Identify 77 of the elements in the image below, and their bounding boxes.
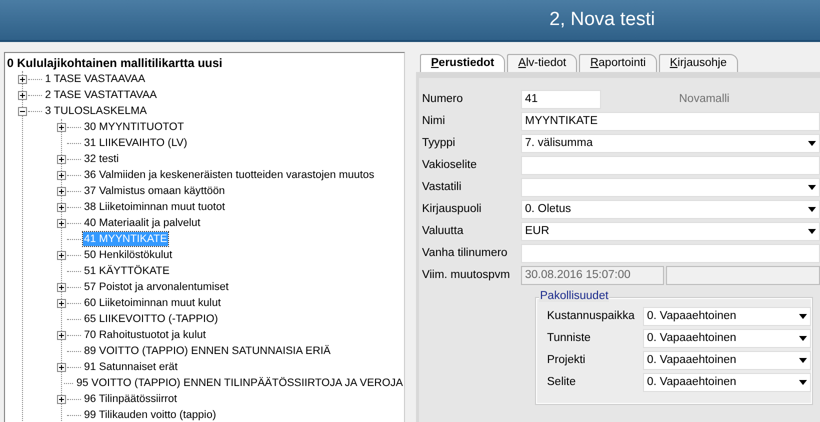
tree-item[interactable]: 96 Tilinpäätössiirrot [83, 392, 178, 406]
tree-item[interactable]: 1 TASE VASTAAVAA [44, 72, 146, 86]
caret-icon [799, 336, 807, 340]
tree-item[interactable]: 50 Henkilöstökulut [83, 248, 174, 262]
tree-item[interactable]: 89 VOITTO (TAPPIO) ENNEN SATUNNAISIA ERIÄ [83, 344, 332, 358]
expand-icon[interactable] [57, 202, 66, 212]
tree-item[interactable]: 65 LIIKEVOITTO (-TAPPIO) [83, 312, 219, 326]
date-field: 30.08.2016 15:07:00 [521, 266, 664, 284]
window-title: 2, Nova testi [549, 9, 655, 31]
tree-root[interactable]: 0 Kululajikohtainen mallitilikartta uusi [5, 55, 222, 71]
caret-icon [808, 184, 816, 190]
expand-icon[interactable] [57, 170, 66, 180]
tree-item[interactable]: 51 KÄYTTÖKATE [83, 264, 171, 278]
tree-item[interactable]: 95 VOITTO (TAPPIO) ENNEN TILINPÄÄTÖSSIIRTOJA JA VEROJA [75, 376, 404, 390]
field-label: Vakioselite [422, 159, 478, 171]
expand-icon[interactable] [57, 154, 66, 164]
field-label: Vastatili [422, 181, 462, 193]
expand-icon[interactable] [57, 330, 66, 340]
expand-icon[interactable] [57, 362, 66, 372]
tree-item[interactable]: 57 Poistot ja arvonalentumiset [83, 280, 230, 294]
dropdown[interactable]: 0. Vapaaehtoinen [643, 372, 811, 392]
tree-item[interactable]: 91 Satunnaiset erät [83, 360, 179, 374]
dropdown[interactable]: EUR [521, 222, 820, 240]
dropdown[interactable]: 0. Vapaaehtoinen [643, 328, 811, 348]
dropdown[interactable]: 0. Vapaaehtoinen [643, 350, 811, 370]
caret-icon [799, 358, 807, 362]
tree-item[interactable]: 32 testi [83, 152, 120, 166]
field-label: Tunniste [547, 332, 592, 344]
field-label: Kustannuspaikka [547, 310, 636, 322]
dropdown[interactable]: 7. välisumma [521, 134, 820, 152]
tree-item[interactable]: 37 Valmistus omaan käyttöön [83, 184, 226, 198]
input-field[interactable]: MYYNTIKATE [521, 112, 820, 130]
tree-item[interactable]: 70 Rahoitustuotot ja kulut [83, 328, 207, 342]
input-field[interactable] [521, 244, 820, 262]
tree-item[interactable]: 3 TULOSLASKELMA [44, 104, 148, 118]
tab[interactable]: Raportointi [579, 54, 657, 72]
expand-icon[interactable] [57, 218, 66, 228]
expand-icon[interactable] [57, 282, 66, 292]
tree-item[interactable]: 31 LIIKEVAIHTO (LV) [83, 136, 188, 150]
expand-icon[interactable] [57, 298, 66, 308]
tree-item[interactable]: 30 MYYNTITUOTOT [83, 120, 185, 134]
input-field[interactable] [521, 156, 820, 174]
expand-icon[interactable] [18, 74, 27, 84]
collapse-icon[interactable] [18, 106, 27, 116]
caret-icon [808, 140, 816, 146]
caret-icon [799, 314, 807, 318]
expand-icon[interactable] [57, 250, 66, 260]
caret-icon [808, 206, 816, 212]
tree-item[interactable]: 40 Materiaalit ja palvelut [83, 216, 202, 230]
field-label: Nimi [422, 115, 446, 127]
tree-item[interactable]: 36 Valmiiden ja keskeneräisten tuotteiden varastojen muutos [83, 168, 376, 182]
tab[interactable]: Alv-tiedot [507, 54, 578, 72]
field-label: Numero [422, 93, 464, 105]
field-label: Projekti [547, 354, 586, 366]
field-label: Viim. muutospvm [422, 269, 511, 281]
field-label: Tyyppi [422, 137, 456, 149]
expand-icon[interactable] [57, 122, 66, 132]
expand-icon[interactable] [57, 394, 66, 404]
expand-icon[interactable] [18, 90, 27, 100]
tab[interactable]: Perustiedot [420, 54, 506, 72]
template-name: Novamalli [679, 93, 730, 105]
dropdown[interactable]: 0. Vapaaehtoinen [643, 306, 811, 326]
field-label: Valuutta [422, 225, 464, 237]
tree-item[interactable]: 2 TASE VASTATTAVAA [44, 88, 158, 102]
field-label: Selite [547, 376, 577, 388]
caret-icon [808, 228, 816, 234]
group-title: Pakollisuudet [539, 290, 610, 302]
expand-icon[interactable] [57, 186, 66, 196]
tree-item[interactable]: 99 Tilikauden voitto (tappio) [83, 408, 218, 422]
field-label: Kirjauspuoli [422, 203, 482, 215]
dropdown[interactable]: 0. Oletus [521, 200, 820, 218]
caret-icon [799, 380, 807, 384]
field-label: Vanha tilinumero [422, 247, 508, 259]
tree-item[interactable]: 60 Liiketoiminnan muut kulut [83, 296, 222, 310]
tab[interactable]: Kirjausohje [658, 54, 738, 72]
input-field[interactable]: 41 [521, 90, 601, 108]
tree-item[interactable]: 38 Liiketoiminnan muut tuotot [83, 200, 226, 214]
